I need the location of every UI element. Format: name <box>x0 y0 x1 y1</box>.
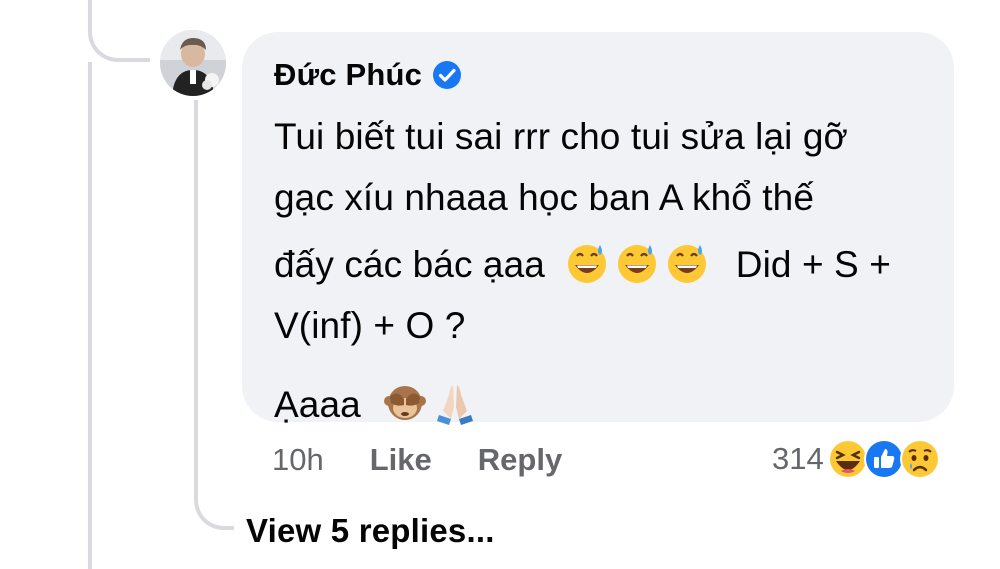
comment-bubble: Đức Phúc Tui biết tui sai rrr cho tui sử… <box>242 32 954 425</box>
reply-thread-line <box>194 100 234 530</box>
comment-line: V(inf) + O ? <box>274 305 466 346</box>
comment-text: Tui biết tui sai rrr cho tui sửa lại gỡ … <box>274 106 924 435</box>
reply-button[interactable]: Reply <box>478 442 562 478</box>
view-replies-link[interactable]: View 5 replies... <box>246 512 495 550</box>
see-no-evil-monkey-emoji <box>383 381 427 425</box>
like-button[interactable]: Like <box>370 442 432 478</box>
comment-line: gạc xíu nhaaa học ban A khổ thế <box>274 177 815 218</box>
thread-connector-curve <box>88 0 150 62</box>
comment-fragment: đấy các bác ạaa <box>274 244 545 285</box>
thread-connector-line <box>88 62 92 569</box>
grinning-sweat-emoji <box>665 241 709 285</box>
comment-line: đấy các bác ạaa Did + S + <box>274 234 924 295</box>
folded-hands-emoji <box>433 381 477 425</box>
reaction-count: 314 <box>772 441 824 476</box>
verified-badge-icon <box>432 60 462 90</box>
comment-line: Ạaaa <box>274 374 924 435</box>
comment-line: Tui biết tui sai rrr cho tui sửa lại gỡ <box>274 116 848 157</box>
comment-timestamp[interactable]: 10h <box>272 442 324 478</box>
grinning-sweat-emoji <box>615 241 659 285</box>
comment-fragment: Did + S + <box>735 244 891 285</box>
avatar[interactable] <box>160 30 226 96</box>
comment-actions: 10h Like Reply <box>272 438 562 482</box>
grinning-sweat-emoji <box>565 241 609 285</box>
reactions-summary[interactable]: 314 <box>772 434 942 484</box>
author-name[interactable]: Đức Phúc <box>274 57 422 93</box>
comment-fragment: Ạaaa <box>274 384 361 425</box>
sad-reaction-icon <box>898 437 942 481</box>
